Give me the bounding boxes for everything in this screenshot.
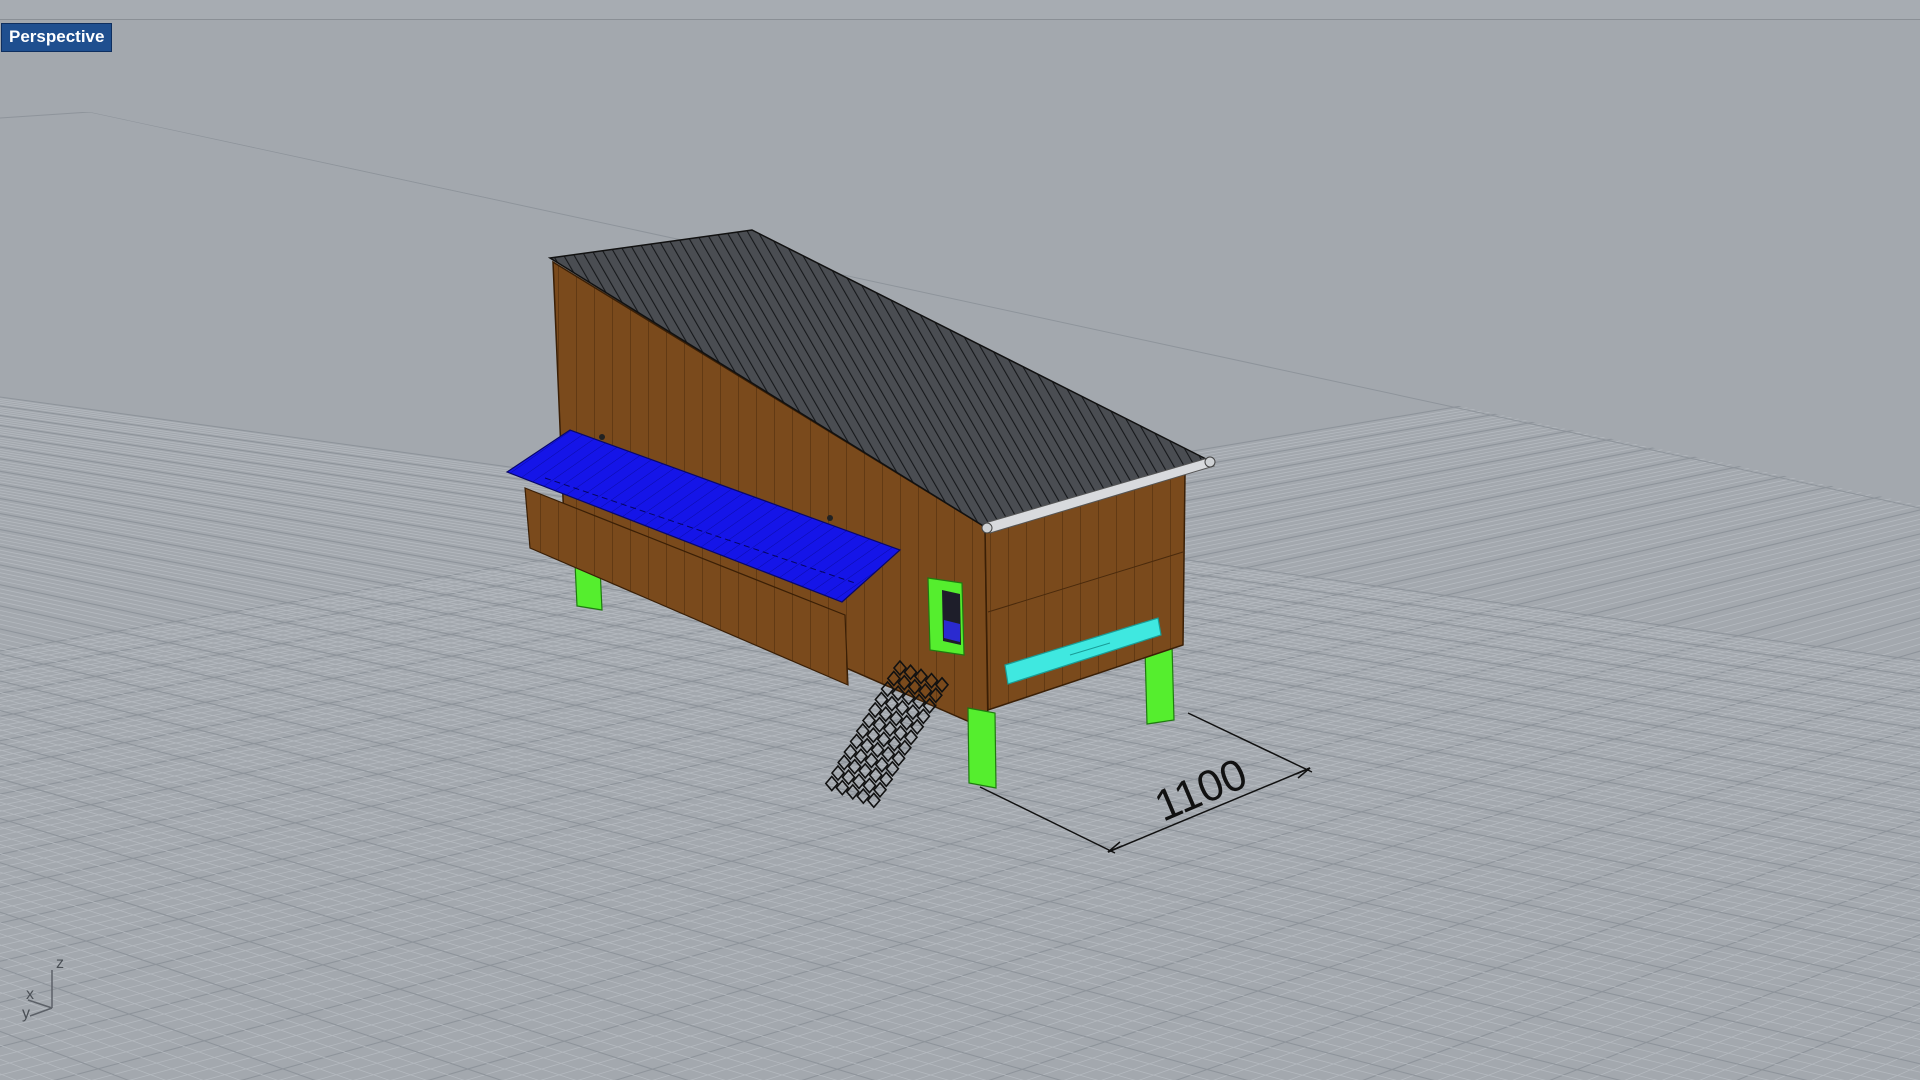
perspective-viewport[interactable]: 1100 z x y Perspective [0,0,1920,1080]
axis-x-label: x [26,986,34,1003]
viewport-title-tab[interactable]: Perspective [1,23,113,52]
axis-y-label: y [22,1005,30,1022]
model-scene[interactable]: 1100 z x y [0,0,1920,1080]
leg-front-left[interactable] [967,707,997,789]
axis-z-label: z [56,955,64,972]
coop-model[interactable] [505,229,1216,809]
